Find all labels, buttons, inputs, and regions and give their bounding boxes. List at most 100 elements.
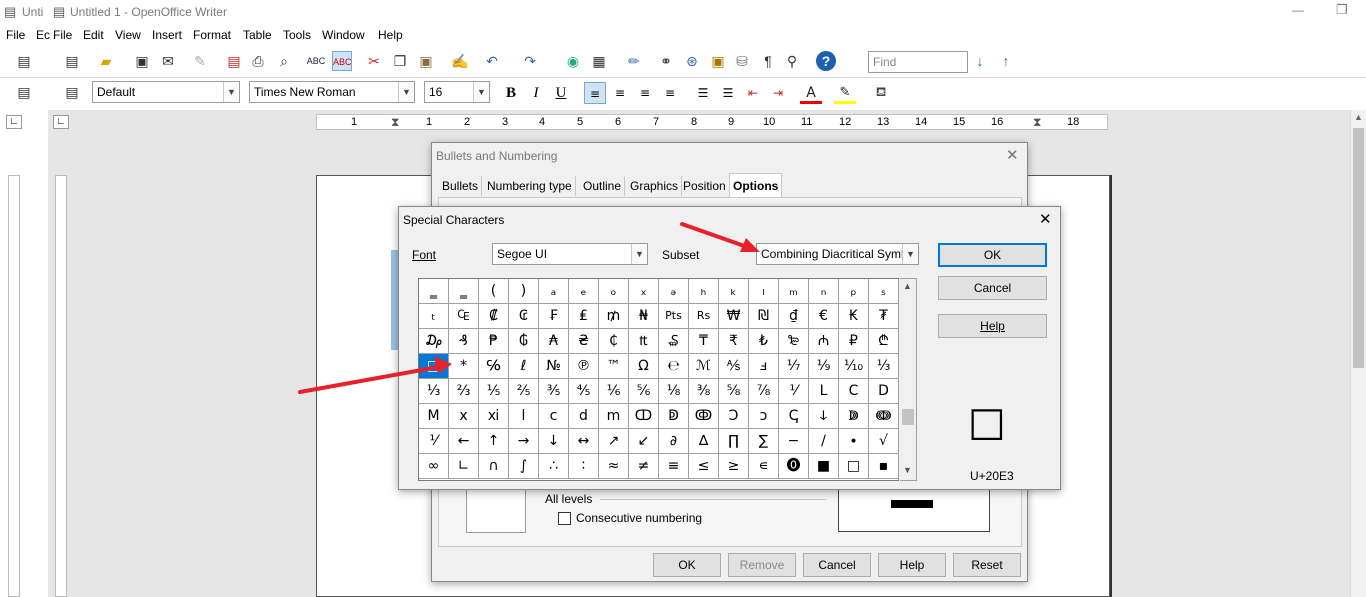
char-cell[interactable]: ⅞: [749, 379, 779, 404]
char-cell[interactable]: ∩: [479, 454, 509, 479]
char-cell[interactable]: ■: [809, 454, 839, 479]
char-cell[interactable]: ₑ: [569, 279, 599, 304]
numbering-icon[interactable]: ☰: [692, 82, 714, 104]
char-cell[interactable]: ₙ: [809, 279, 839, 304]
char-cell[interactable]: ⅕: [479, 379, 509, 404]
char-cell[interactable]: ₕ: [689, 279, 719, 304]
redo-icon[interactable]: ↷: [520, 51, 540, 71]
char-cell[interactable]: ₦: [629, 304, 659, 329]
scroll-up-icon[interactable]: ▲: [1354, 112, 1363, 122]
scrollbar-thumb[interactable]: [1353, 128, 1364, 368]
char-cell[interactable]: −: [779, 429, 809, 454]
char-cell[interactable]: ₖ: [719, 279, 749, 304]
tab-outline[interactable]: Outline: [580, 176, 626, 196]
char-cell[interactable]: ₾: [869, 329, 899, 354]
char-cell[interactable]: ₵: [599, 329, 629, 354]
char-cell[interactable]: ⅍: [719, 354, 749, 379]
char-cell[interactable]: ↑: [479, 429, 509, 454]
char-cell[interactable]: ∑: [749, 429, 779, 454]
menu-insert[interactable]: Insert: [152, 28, 182, 42]
char-cell[interactable]: ₒ: [599, 279, 629, 304]
char-cell[interactable]: Ⅼ: [809, 379, 839, 404]
reset-button[interactable]: Reset: [953, 553, 1021, 577]
char-cell[interactable]: ₔ: [659, 279, 689, 304]
cut-icon[interactable]: ✂: [364, 51, 384, 71]
navigator-icon[interactable]: ⊛: [682, 51, 702, 71]
char-cell[interactable]: ₯: [419, 329, 449, 354]
chevron-down-icon[interactable]: ▼: [631, 244, 647, 264]
find-next-icon[interactable]: ↓: [970, 51, 990, 71]
minimize-button[interactable]: —: [1292, 3, 1304, 17]
char-cell[interactable]: ₭: [839, 304, 869, 329]
ok-button[interactable]: OK: [653, 553, 721, 577]
char-cell[interactable]: Ⅾ: [869, 379, 899, 404]
close-icon[interactable]: ✕: [1039, 210, 1052, 228]
character-grid[interactable]: ‗ ‗() ₐ ₑ ₒ ₓ ₔ ₕ ₖ ₗ ₘ ₙ ₚ ₛ ₜ ₠ ₡ ₢ ₣ ₤ ₥ ₦ Pts Rs ₩ ₪ ₫ € ₭ ₮ ₯ ₰ ₱ ₲ ₳…: [418, 278, 899, 481]
char-cell[interactable]: ∊: [749, 454, 779, 479]
char-cell[interactable]: ←: [449, 429, 479, 454]
char-cell[interactable]: ↔: [569, 429, 599, 454]
char-cell[interactable]: ⅾ: [569, 404, 599, 429]
table-icon[interactable]: ▦: [589, 51, 609, 71]
char-cell[interactable]: ℳ: [689, 354, 719, 379]
print-preview-icon[interactable]: ⌕: [274, 51, 294, 71]
help-icon[interactable]: ?: [816, 51, 836, 71]
char-cell[interactable]: ₹: [719, 329, 749, 354]
menu-edit[interactable]: Edit: [83, 28, 104, 42]
char-cell[interactable]: Rs: [689, 304, 719, 329]
chevron-down-icon[interactable]: ▼: [902, 244, 918, 264]
justify-icon[interactable]: ≡: [659, 82, 681, 104]
char-cell[interactable]: ∙: [839, 429, 869, 454]
gallery-icon[interactable]: ▣: [708, 51, 728, 71]
char-cell[interactable]: ₽: [839, 329, 869, 354]
char-cell[interactable]: ∴: [539, 454, 569, 479]
char-cell[interactable]: ): [509, 279, 539, 304]
char-cell[interactable]: (: [479, 279, 509, 304]
char-cell[interactable]: ⅿ: [599, 404, 629, 429]
char-cell[interactable]: ↓: [539, 429, 569, 454]
tab-stop-toggle[interactable]: ∟: [6, 115, 22, 129]
cancel-button[interactable]: Cancel: [803, 553, 871, 577]
tab-position[interactable]: Position: [680, 176, 730, 196]
sc-cancel-button[interactable]: Cancel: [938, 276, 1047, 300]
subset-select[interactable]: Combining Diacritical Symb ▼: [756, 243, 919, 265]
char-cell[interactable]: ℗: [569, 354, 599, 379]
char-cell[interactable]: ≡: [659, 454, 689, 479]
export-pdf-icon[interactable]: ▤: [224, 51, 244, 71]
char-cell[interactable]: ⅜: [689, 379, 719, 404]
char-cell[interactable]: ₷: [659, 329, 689, 354]
paste-icon[interactable]: ▣: [416, 51, 436, 71]
char-cell[interactable]: ⅝: [719, 379, 749, 404]
char-cell[interactable]: Ω: [629, 354, 659, 379]
remove-button[interactable]: Remove: [728, 553, 796, 577]
menu-file[interactable]: File: [6, 28, 25, 42]
chevron-down-icon[interactable]: ▼: [473, 82, 489, 102]
char-cell[interactable]: ₸: [689, 329, 719, 354]
bold-button[interactable]: B: [500, 82, 522, 104]
clone-formatting-icon[interactable]: ✍: [450, 51, 470, 71]
char-cell[interactable]: ‗: [449, 279, 479, 304]
char-cell[interactable]: ∏: [719, 429, 749, 454]
char-cell[interactable]: ₮: [869, 304, 899, 329]
undo-icon[interactable]: ↶: [482, 51, 502, 71]
char-cell[interactable]: ₐ: [539, 279, 569, 304]
tab-numbering-type[interactable]: Numbering type: [484, 176, 576, 196]
char-cell[interactable]: →: [509, 429, 539, 454]
chevron-down-icon[interactable]: ▼: [398, 82, 414, 102]
menu-window[interactable]: Window: [322, 28, 365, 42]
char-cell[interactable]: ₫: [779, 304, 809, 329]
char-cell[interactable]: ↄ: [749, 404, 779, 429]
char-cell[interactable]: ∂: [659, 429, 689, 454]
italic-button[interactable]: I: [525, 82, 547, 104]
char-cell[interactable]: ₠: [449, 304, 479, 329]
menu-view[interactable]: View: [115, 28, 141, 42]
chevron-down-icon[interactable]: ▼: [223, 82, 239, 102]
email-icon[interactable]: ✉: [158, 51, 178, 71]
font-name-select[interactable]: Times New Roman ▼: [249, 81, 415, 103]
new-icon[interactable]: ▤: [62, 51, 82, 71]
char-cell[interactable]: ▪: [869, 454, 899, 479]
char-cell[interactable]: ₩: [719, 304, 749, 329]
char-cell[interactable]: ₢: [509, 304, 539, 329]
find-input[interactable]: Find: [868, 51, 968, 73]
tab-bullets[interactable]: Bullets: [439, 176, 483, 196]
